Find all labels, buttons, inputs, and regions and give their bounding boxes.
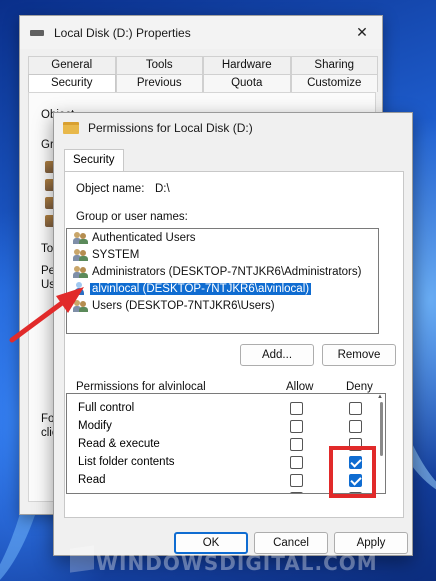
watermark-logo-icon <box>70 545 94 573</box>
annotation-arrow-icon <box>9 287 84 343</box>
watermark: WINDOWSDIGITAL.COM <box>96 551 378 575</box>
